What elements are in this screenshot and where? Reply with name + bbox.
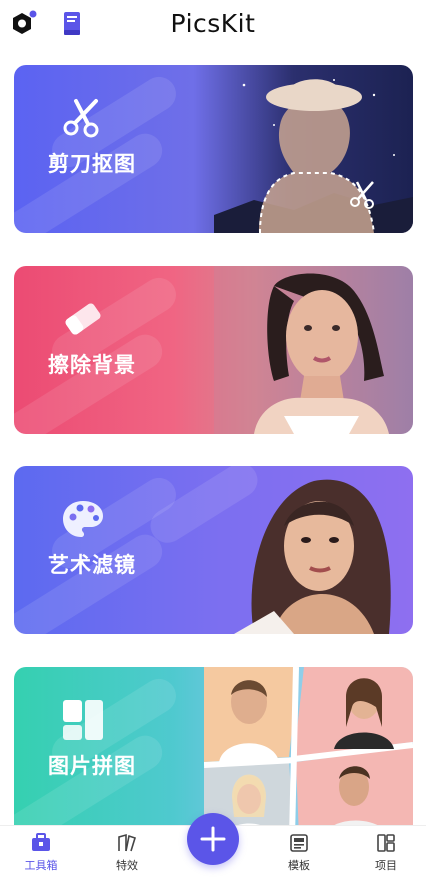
portrait-woman-image [214,266,413,434]
eraser-icon [65,303,101,335]
template-icon [290,834,308,852]
add-button[interactable] [187,813,239,865]
nav-item-templates[interactable]: 模板 [269,832,329,873]
scissors-icon [63,99,99,138]
effects-icon [118,833,136,852]
projects-icon [377,834,395,852]
plus-icon [200,826,226,852]
nav-label: 特效 [116,859,138,872]
nav-label: 项目 [375,859,397,872]
portrait-silhouette-image [214,79,413,233]
card-label: 艺术滤镜 [48,553,136,577]
top-bar: PicsKit [0,0,426,54]
app-title: PicsKit [170,9,256,38]
card-label: 擦除背景 [48,353,136,377]
nav-item-toolbox[interactable]: 工具箱 [11,832,71,873]
card-erase-background[interactable]: 擦除背景 [14,266,413,434]
toolbox-icon [32,833,50,851]
nav-item-projects[interactable]: 项目 [356,832,416,873]
nav-item-effects[interactable]: 特效 [97,832,157,873]
collage-icon [63,700,103,740]
card-art-filter[interactable]: 艺术滤镜 [14,466,413,634]
nav-label: 模板 [288,859,310,872]
nav-label: 工具箱 [24,859,58,872]
card-label: 剪刀抠图 [48,152,136,176]
card-scissor-cutout[interactable]: 剪刀抠图 [14,65,413,233]
card-photo-collage[interactable]: 图片拼图 [14,667,413,837]
art-filter-portrait-image [234,479,391,634]
palette-icon [63,501,103,537]
collage-photos-image [204,667,413,837]
card-label: 图片拼图 [48,754,136,778]
